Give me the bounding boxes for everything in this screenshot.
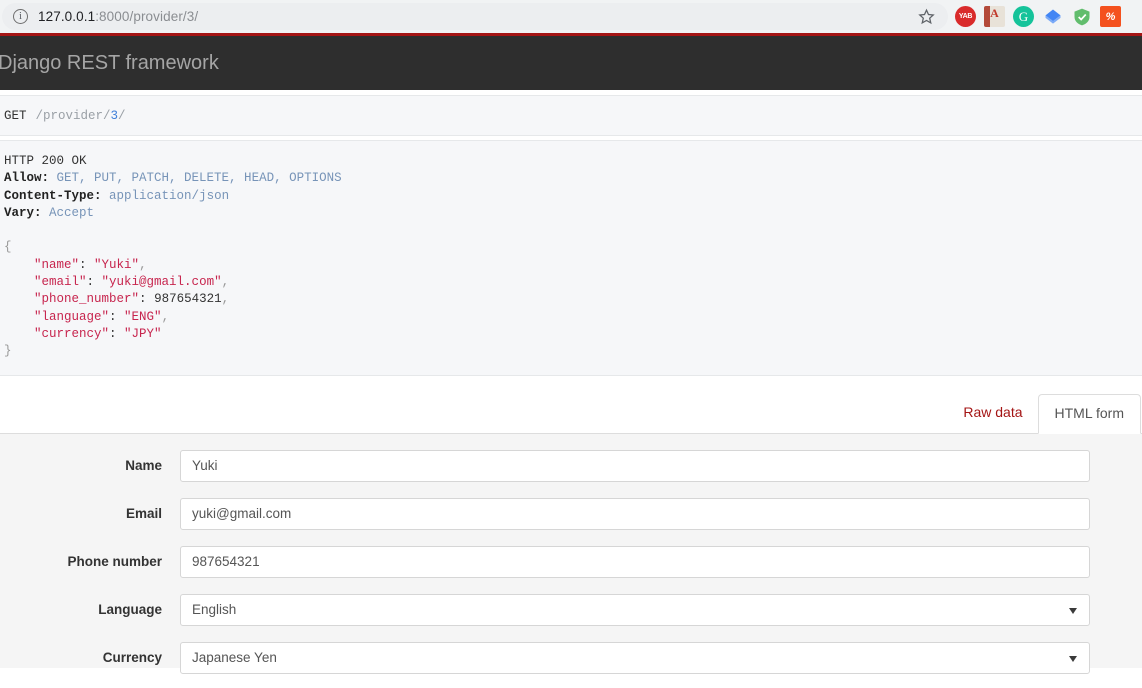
json-key-language: "language" bbox=[34, 309, 110, 324]
select-language-value: English bbox=[192, 602, 237, 618]
header-value-vary: Accept bbox=[49, 205, 95, 220]
json-value-phone-number: 987654321 bbox=[154, 292, 222, 307]
header-name-allow: Allow: bbox=[4, 171, 50, 186]
site-info-icon[interactable]: i bbox=[13, 9, 28, 24]
json-value-language: "ENG" bbox=[124, 309, 162, 324]
request-path-tail: / bbox=[118, 108, 126, 123]
header-name-vary: Vary: bbox=[4, 205, 42, 220]
label-currency: Currency bbox=[102, 650, 162, 666]
json-value-email: "yuki@gmail.com" bbox=[101, 275, 222, 290]
json-open-brace: { bbox=[4, 240, 12, 255]
tab-raw-data[interactable]: Raw data bbox=[948, 394, 1037, 433]
request-line: GET /provider/3/ bbox=[0, 95, 1142, 136]
json-sep-1: : bbox=[86, 275, 102, 290]
form-row-email: Email yuki@gmail.com bbox=[0, 497, 1142, 530]
header-value-content-type: application/json bbox=[109, 188, 230, 203]
label-phone-number: Phone number bbox=[67, 554, 162, 570]
percent-extension-icon[interactable]: % bbox=[1100, 6, 1121, 27]
shield-extension-icon[interactable] bbox=[1071, 6, 1092, 27]
url-text: 127.0.0.1:8000/provider/3/ bbox=[38, 9, 198, 24]
select-currency[interactable]: Japanese Yen bbox=[180, 641, 1090, 674]
yab-extension-icon[interactable]: YAB bbox=[955, 6, 976, 27]
json-comma-1: , bbox=[221, 275, 230, 290]
form-row-name: Name Yuki bbox=[0, 449, 1142, 482]
json-key-email: "email" bbox=[34, 275, 87, 290]
url-path: :8000/provider/3/ bbox=[95, 9, 199, 24]
json-sep-4: : bbox=[109, 326, 125, 341]
app-title: Django REST framework bbox=[0, 51, 219, 74]
html-form: Name Yuki Email yuki@gmail.com Phone num… bbox=[0, 433, 1142, 674]
json-key-name: "name" bbox=[34, 257, 80, 272]
app-navbar: Django REST framework bbox=[0, 36, 1142, 90]
browser-toolbar: i 127.0.0.1:8000/provider/3/ YAB A G % bbox=[0, 0, 1142, 33]
input-phone-number-value: 987654321 bbox=[192, 554, 260, 570]
form-row-phone-number: Phone number 987654321 bbox=[0, 545, 1142, 578]
json-comma-0: , bbox=[139, 257, 147, 272]
header-name-content-type: Content-Type: bbox=[4, 188, 102, 203]
input-email-value: yuki@gmail.com bbox=[192, 506, 292, 522]
json-close-brace: } bbox=[4, 344, 12, 359]
request-section: GET /provider/3/ bbox=[0, 90, 1142, 136]
json-comma-2: , bbox=[221, 292, 230, 307]
json-value-name: "Yuki" bbox=[94, 257, 140, 272]
input-phone-number[interactable]: 987654321 bbox=[180, 545, 1090, 578]
json-comma-3: , bbox=[161, 309, 170, 324]
json-key-currency: "currency" bbox=[34, 326, 110, 341]
response-view-tabs: Raw data HTML form bbox=[0, 375, 1142, 434]
response-status: HTTP 200 OK bbox=[4, 154, 87, 168]
header-value-allow: GET, PUT, PATCH, DELETE, HEAD, OPTIONS bbox=[56, 171, 342, 186]
select-currency-value: Japanese Yen bbox=[192, 650, 277, 666]
select-language[interactable]: English bbox=[180, 593, 1090, 626]
form-row-currency: Currency Japanese Yen bbox=[0, 641, 1142, 674]
json-sep-2: : bbox=[139, 292, 155, 307]
label-email: Email bbox=[125, 506, 162, 522]
json-value-currency: "JPY" bbox=[124, 326, 162, 341]
diamond-extension-icon[interactable] bbox=[1042, 6, 1063, 27]
input-name-value: Yuki bbox=[192, 458, 218, 474]
request-path-base: /provider/ bbox=[35, 108, 111, 123]
input-name[interactable]: Yuki bbox=[180, 449, 1090, 482]
extension-icons: YAB A G % bbox=[955, 0, 1121, 33]
address-bar[interactable]: i 127.0.0.1:8000/provider/3/ bbox=[2, 3, 948, 30]
label-language: Language bbox=[98, 602, 162, 618]
request-method: GET bbox=[4, 108, 27, 123]
tab-html-form[interactable]: HTML form bbox=[1037, 393, 1141, 434]
form-row-language: Language English bbox=[0, 593, 1142, 626]
json-key-phone-number: "phone_number" bbox=[34, 292, 140, 307]
grammarly-extension-icon[interactable]: G bbox=[1013, 6, 1034, 27]
request-path: /provider/3/ bbox=[36, 109, 126, 123]
request-path-id: 3 bbox=[110, 108, 119, 123]
url-host: 127.0.0.1 bbox=[38, 9, 96, 24]
info-glyph: i bbox=[18, 10, 23, 22]
bookmark-star-icon[interactable] bbox=[918, 8, 935, 25]
label-name: Name bbox=[125, 458, 162, 474]
response-panel: HTTP 200 OK Allow: GET, PUT, PATCH, DELE… bbox=[0, 140, 1142, 376]
json-sep-3: : bbox=[109, 309, 125, 324]
dictionary-extension-icon[interactable]: A bbox=[984, 6, 1005, 27]
json-sep-0: : bbox=[79, 257, 95, 272]
input-email[interactable]: yuki@gmail.com bbox=[180, 497, 1090, 530]
